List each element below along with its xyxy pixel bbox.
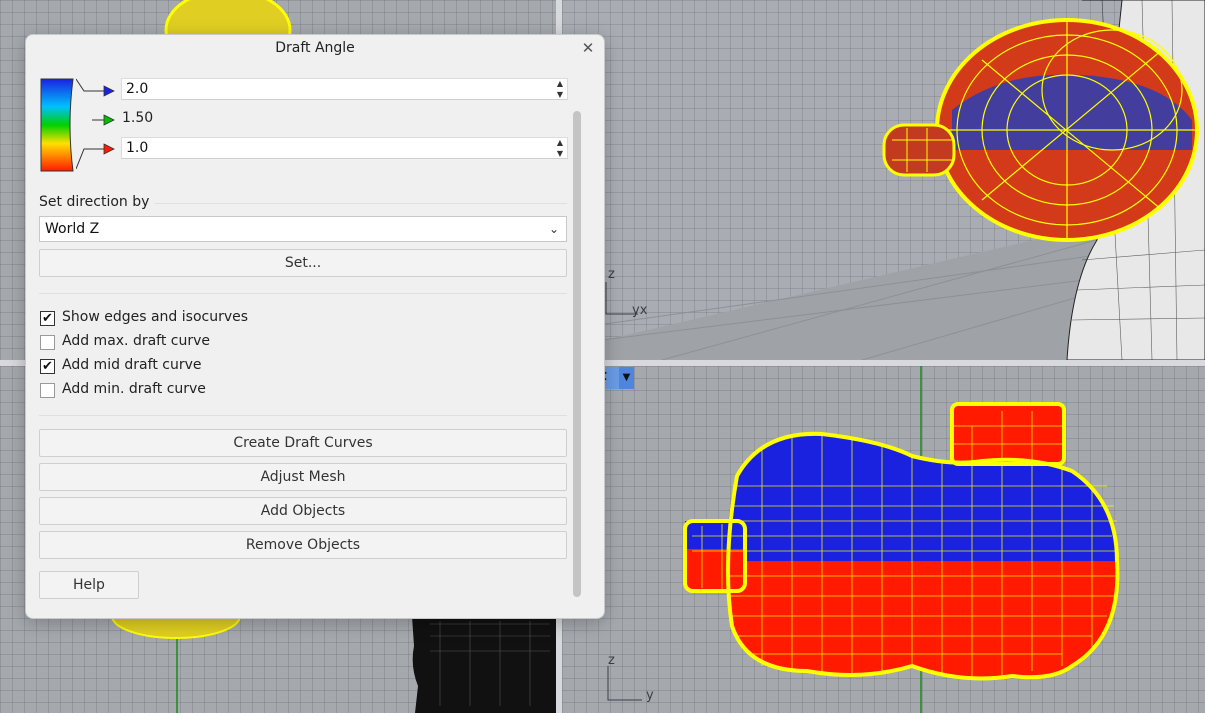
axis-gizmo-icon: [605, 282, 638, 315]
viewport-top-right[interactable]: z yx: [562, 0, 1205, 360]
spin-up-icon[interactable]: ▲: [553, 137, 567, 148]
lower-value-spinner[interactable]: ▲ ▼: [553, 137, 567, 159]
options-separator: [39, 293, 567, 294]
viewport-bottom-right[interactable]: t ▼: [562, 366, 1205, 713]
axis-gizmo-front-icon: [607, 666, 642, 701]
direction-section-label: Set direction by: [39, 194, 150, 210]
upper-value-spinner[interactable]: ▲ ▼: [553, 78, 567, 100]
upper-value-field[interactable]: 2.0: [121, 78, 568, 100]
spin-up-icon[interactable]: ▲: [553, 78, 567, 89]
checkmark-icon: ✔: [42, 311, 53, 326]
show-edges-checkbox[interactable]: ✔: [40, 311, 55, 326]
direction-select-value: World Z: [45, 221, 100, 237]
close-icon[interactable]: ✕: [578, 38, 598, 58]
direction-separator: [154, 203, 567, 204]
chevron-down-icon: ⌄: [548, 222, 559, 236]
checkmark-icon: ✔: [42, 359, 53, 374]
max-draft-checkbox[interactable]: [40, 335, 55, 350]
mid-value-label: 1.50: [122, 110, 154, 126]
remove-objects-button[interactable]: Remove Objects: [39, 531, 567, 559]
min-draft-label[interactable]: Add min. draft curve: [62, 381, 206, 397]
actions-separator: [39, 415, 567, 416]
front-view-mesh: [683, 366, 1120, 713]
max-draft-label[interactable]: Add max. draft curve: [62, 333, 210, 349]
spin-down-icon[interactable]: ▼: [553, 148, 567, 159]
show-edges-label[interactable]: Show edges and isocurves: [62, 309, 248, 325]
mid-draft-checkbox[interactable]: ✔: [40, 359, 55, 374]
viewport-tab-dropdown[interactable]: ▼: [619, 367, 634, 389]
arrow-right-icon: [76, 78, 115, 170]
perspective-scene: [562, 0, 1205, 360]
spin-down-icon[interactable]: ▼: [553, 89, 567, 100]
adjust-mesh-button[interactable]: Adjust Mesh: [39, 463, 567, 491]
dialog-scrollbar[interactable]: [573, 111, 581, 597]
draft-angle-dialog: Draft Angle ✕ 2.0 ▲ ▼ 1.50 1.0 ▲ ▼ Set dir…: [25, 34, 605, 619]
color-gradient-legend: [40, 78, 74, 172]
lower-value-field[interactable]: 1.0: [121, 137, 568, 159]
help-button[interactable]: Help: [39, 571, 139, 599]
min-draft-checkbox[interactable]: [40, 383, 55, 398]
axis-y-label-front: y: [646, 688, 654, 703]
add-objects-button[interactable]: Add Objects: [39, 497, 567, 525]
direction-select[interactable]: World Z ⌄: [39, 216, 567, 242]
dialog-title: Draft Angle: [275, 40, 355, 56]
create-draft-curves-button[interactable]: Create Draft Curves: [39, 429, 567, 457]
set-button[interactable]: Set...: [39, 249, 567, 277]
mid-draft-label[interactable]: Add mid draft curve: [62, 357, 202, 373]
